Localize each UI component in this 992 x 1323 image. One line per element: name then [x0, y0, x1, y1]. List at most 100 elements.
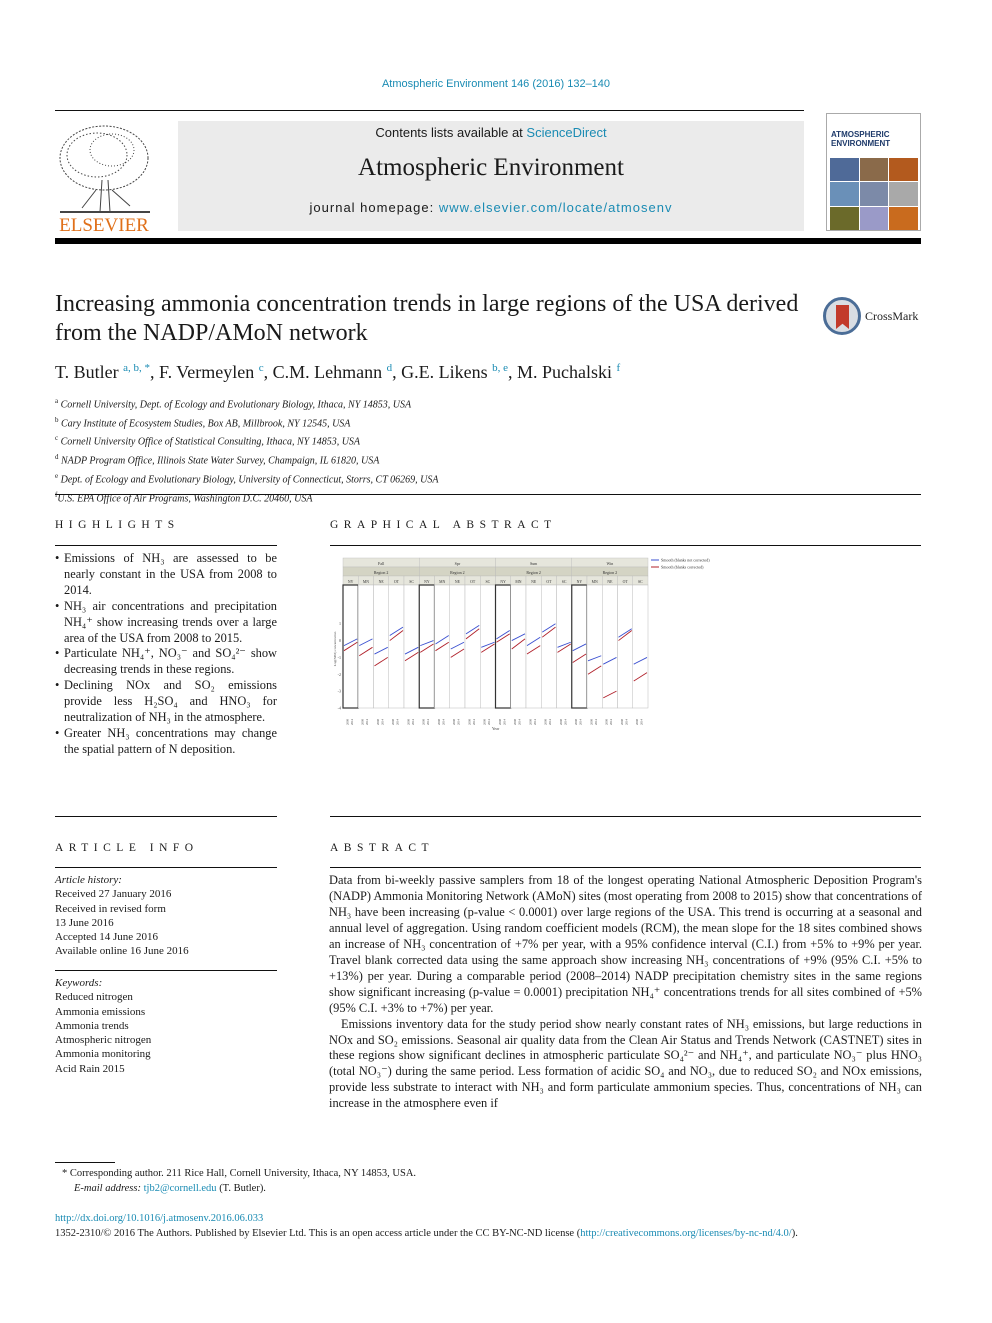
contents-line: Contents lists available at ScienceDirec… — [178, 125, 804, 140]
graphical-abstract-figure[interactable]: Fall Region 2 NY 2008 2014 MN 2008 2014 NE 2008 20… — [333, 556, 723, 736]
site-label: MN — [363, 580, 369, 584]
journal-cover[interactable]: ATMOSPHERIC ENVIRONMENT — [826, 113, 921, 231]
x-tick-label: 2014 — [502, 719, 506, 726]
keyword: Atmospheric nitrogen — [55, 1034, 152, 1047]
author[interactable]: F. Vermeylen c — [159, 362, 264, 382]
corresponding-author-note: * Corresponding author. 211 Rice Hall, C… — [62, 1166, 416, 1196]
site-label: SC — [638, 580, 643, 584]
homepage-line: journal homepage: www.elsevier.com/locat… — [178, 200, 804, 215]
x-tick-label: 2014 — [594, 719, 598, 726]
author-list: T. Butler a, b, *, F. Vermeylen c, C.M. … — [55, 362, 621, 382]
footnote-rule — [55, 1162, 115, 1163]
panel — [464, 584, 481, 709]
y-tick-label: -2 — [338, 672, 341, 677]
site-label: OT — [623, 580, 629, 584]
history-item: Accepted 14 June 2016 — [55, 931, 158, 944]
homepage-link[interactable]: www.elsevier.com/locate/atmosenv — [439, 200, 673, 215]
x-tick-label: 2014 — [472, 719, 476, 726]
highlights-heading: Highlights — [55, 519, 180, 531]
license-suffix: ). — [791, 1228, 798, 1239]
panel — [617, 584, 633, 709]
author[interactable]: G.E. Likens b, e — [401, 362, 508, 382]
journal-title: Atmospheric Environment — [358, 154, 624, 181]
site-label: SC — [409, 580, 414, 584]
x-tick-label: 2014 — [640, 719, 644, 726]
author[interactable]: C.M. Lehmann d — [273, 362, 393, 382]
x-tick-label: 2014 — [380, 719, 384, 726]
keyword: Ammonia emissions — [55, 1005, 146, 1018]
x-tick-label: 2014 — [518, 719, 522, 726]
author[interactable]: T. Butler a, b, * — [55, 362, 150, 382]
author-affil-link[interactable]: a, b, * — [123, 362, 150, 374]
elsevier-tree-icon: ELSEVIER — [59, 125, 150, 236]
abstract-paragraph: Data from bi-weekly passive samplers fro… — [329, 873, 922, 1015]
x-tick-label: 2014 — [624, 719, 628, 726]
affiliation: e Dept. of Ecology and Evolutionary Biol… — [55, 471, 439, 486]
x-tick-label: 2008 — [605, 719, 609, 726]
x-tick-label: 2014 — [548, 719, 552, 726]
x-tick-label: 2014 — [487, 719, 491, 726]
x-tick-label: 2008 — [559, 719, 563, 726]
panel — [510, 584, 527, 709]
history-item: 13 June 2016 — [55, 916, 114, 929]
author-affil-link[interactable]: c — [259, 362, 264, 374]
elsevier-wordmark: ELSEVIER — [59, 215, 149, 235]
x-tick-label: 2014 — [457, 719, 461, 726]
keyword: Ammonia monitoring — [55, 1048, 151, 1061]
homepage-prefix: journal homepage: — [309, 200, 439, 215]
affiliation: c Cornell University Office of Statistic… — [55, 434, 361, 448]
x-tick-label: 2008 — [376, 719, 380, 726]
highlight-item: Greater NH₃ concentrations may change th… — [55, 726, 277, 758]
y-tick-label: 0 — [339, 638, 341, 643]
keyword: Acid Rain 2015 — [55, 1062, 125, 1075]
affiliation: d NADP Program Office, Illinois State Wa… — [55, 453, 380, 467]
email-link[interactable]: tjb2@cornell.edu — [144, 1183, 217, 1194]
doi-link[interactable]: http://dx.doi.org/10.1016/j.atmosenv.201… — [55, 1211, 798, 1226]
x-tick-label: 2014 — [533, 719, 537, 726]
author-affil-link[interactable]: b, e — [492, 362, 508, 374]
affiliation-list: a Cornell University, Dept. of Ecology a… — [55, 394, 438, 506]
x-tick-label: 2008 — [620, 719, 624, 726]
article-title: Increasing ammonia concentration trends … — [55, 291, 799, 346]
section-rule — [55, 494, 921, 495]
y-tick-label: -1 — [338, 655, 341, 660]
journal-masthead: Contents lists available at ScienceDirec… — [178, 121, 804, 231]
header-rule — [55, 110, 804, 111]
panel — [602, 584, 618, 709]
x-tick-label: 2008 — [391, 719, 395, 726]
x-tick-label: 2014 — [579, 719, 583, 726]
author-affil-link[interactable]: f — [617, 362, 621, 374]
x-tick-label: 2008 — [635, 719, 639, 726]
y-tick-label: -3 — [338, 689, 341, 694]
sciencedirect-link[interactable]: ScienceDirect — [526, 125, 606, 140]
x-tick-label: 2014 — [350, 719, 354, 726]
license-link[interactable]: http://creativecommons.org/licenses/by-n… — [580, 1228, 792, 1239]
author-affil-link[interactable]: d — [387, 362, 393, 374]
panel — [449, 584, 466, 709]
panel — [494, 584, 512, 709]
cover-image-grid — [830, 158, 918, 230]
crossmark-button[interactable]: CrossMark — [823, 295, 923, 337]
y-tick-label: -4 — [338, 706, 341, 711]
abstract-body: Data from bi-weekly passive samplers fro… — [329, 873, 922, 1112]
site-label: NY — [577, 580, 583, 584]
x-tick-label: 2014 — [563, 719, 567, 726]
elsevier-logo[interactable]: ELSEVIER — [52, 120, 157, 236]
journal-citation[interactable]: Atmospheric Environment 146 (2016) 132–1… — [0, 78, 992, 90]
header-thick-rule — [55, 238, 921, 244]
affiliation: b Cary Institute of Ecosystem Studies, B… — [55, 415, 351, 430]
x-tick-label: 2014 — [426, 719, 430, 726]
crossmark-label: CrossMark — [865, 308, 919, 323]
contents-prefix: Contents lists available at — [375, 125, 527, 140]
highlight-item: NH₃ air concentrations and precipitation… — [55, 599, 277, 647]
graphical-abstract-bottom-rule — [330, 816, 921, 817]
panel — [418, 584, 436, 709]
author[interactable]: M. Puchalski f — [517, 362, 620, 382]
site-label: OT — [470, 580, 476, 584]
x-tick-label: 2008 — [589, 719, 593, 726]
crossmark-icon — [823, 297, 861, 335]
article-history: Article history: Received 27 January 201… — [55, 873, 277, 959]
email-suffix: (T. Butler). — [216, 1183, 266, 1194]
site-label: NE — [607, 580, 613, 584]
panel — [373, 584, 389, 709]
